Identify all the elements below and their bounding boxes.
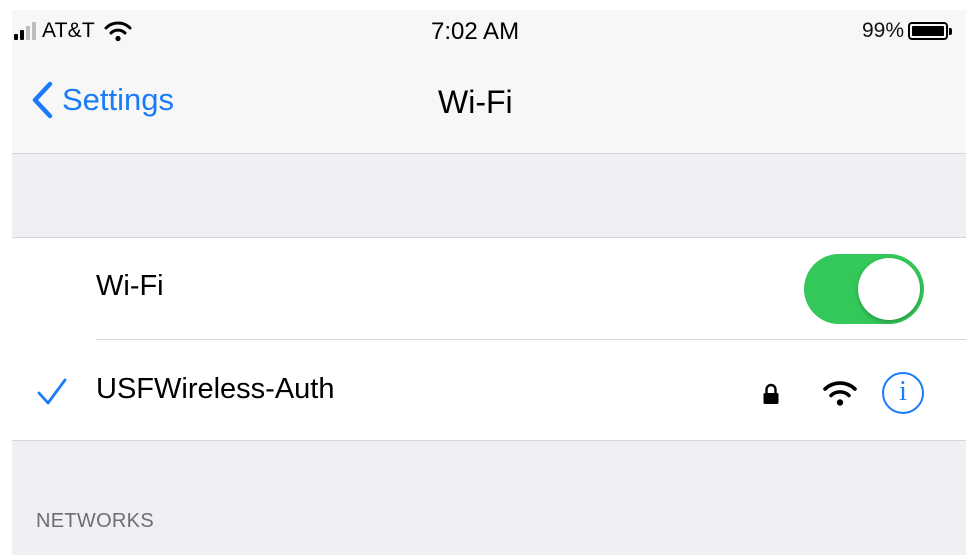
wifi-toggle-switch[interactable] xyxy=(804,254,924,324)
wifi-toggle-row: Wi-Fi xyxy=(12,238,966,339)
wifi-settings-screen: AT&T 7:02 AM 99% Settings Wi-Fi Wi-Fi US… xyxy=(12,10,966,555)
battery-cap xyxy=(949,27,952,35)
status-time: 7:02 AM xyxy=(431,18,520,45)
status-bar: AT&T 7:02 AM 99% xyxy=(12,10,966,54)
wifi-signal-icon xyxy=(823,381,857,406)
battery-percent: 99% xyxy=(861,19,904,42)
connected-network-name: USFWireless-Auth xyxy=(96,373,335,405)
networks-section-header: NETWORKS xyxy=(36,510,154,532)
info-button[interactable]: i xyxy=(882,372,924,414)
status-left: AT&T xyxy=(14,19,132,43)
back-label: Settings xyxy=(62,82,175,117)
wifi-toggle-label: Wi-Fi xyxy=(96,270,164,302)
carrier-label: AT&T xyxy=(42,19,95,42)
checkmark-icon xyxy=(37,378,67,405)
wifi-settings-group: Wi-Fi USFWireless-Auth i xyxy=(12,237,966,441)
back-button[interactable]: Settings xyxy=(30,80,174,120)
status-wifi-icon xyxy=(104,21,132,42)
cellular-signal-icon xyxy=(14,21,36,41)
page-title: Wi-Fi xyxy=(438,84,513,120)
lock-icon xyxy=(763,383,779,404)
connected-network-row[interactable]: USFWireless-Auth i xyxy=(12,339,966,440)
navigation-bar: Settings Wi-Fi xyxy=(12,54,966,154)
toggle-knob xyxy=(858,258,920,320)
status-right: 99% xyxy=(862,19,952,43)
chevron-left-icon xyxy=(32,81,53,119)
battery-icon xyxy=(908,22,948,40)
